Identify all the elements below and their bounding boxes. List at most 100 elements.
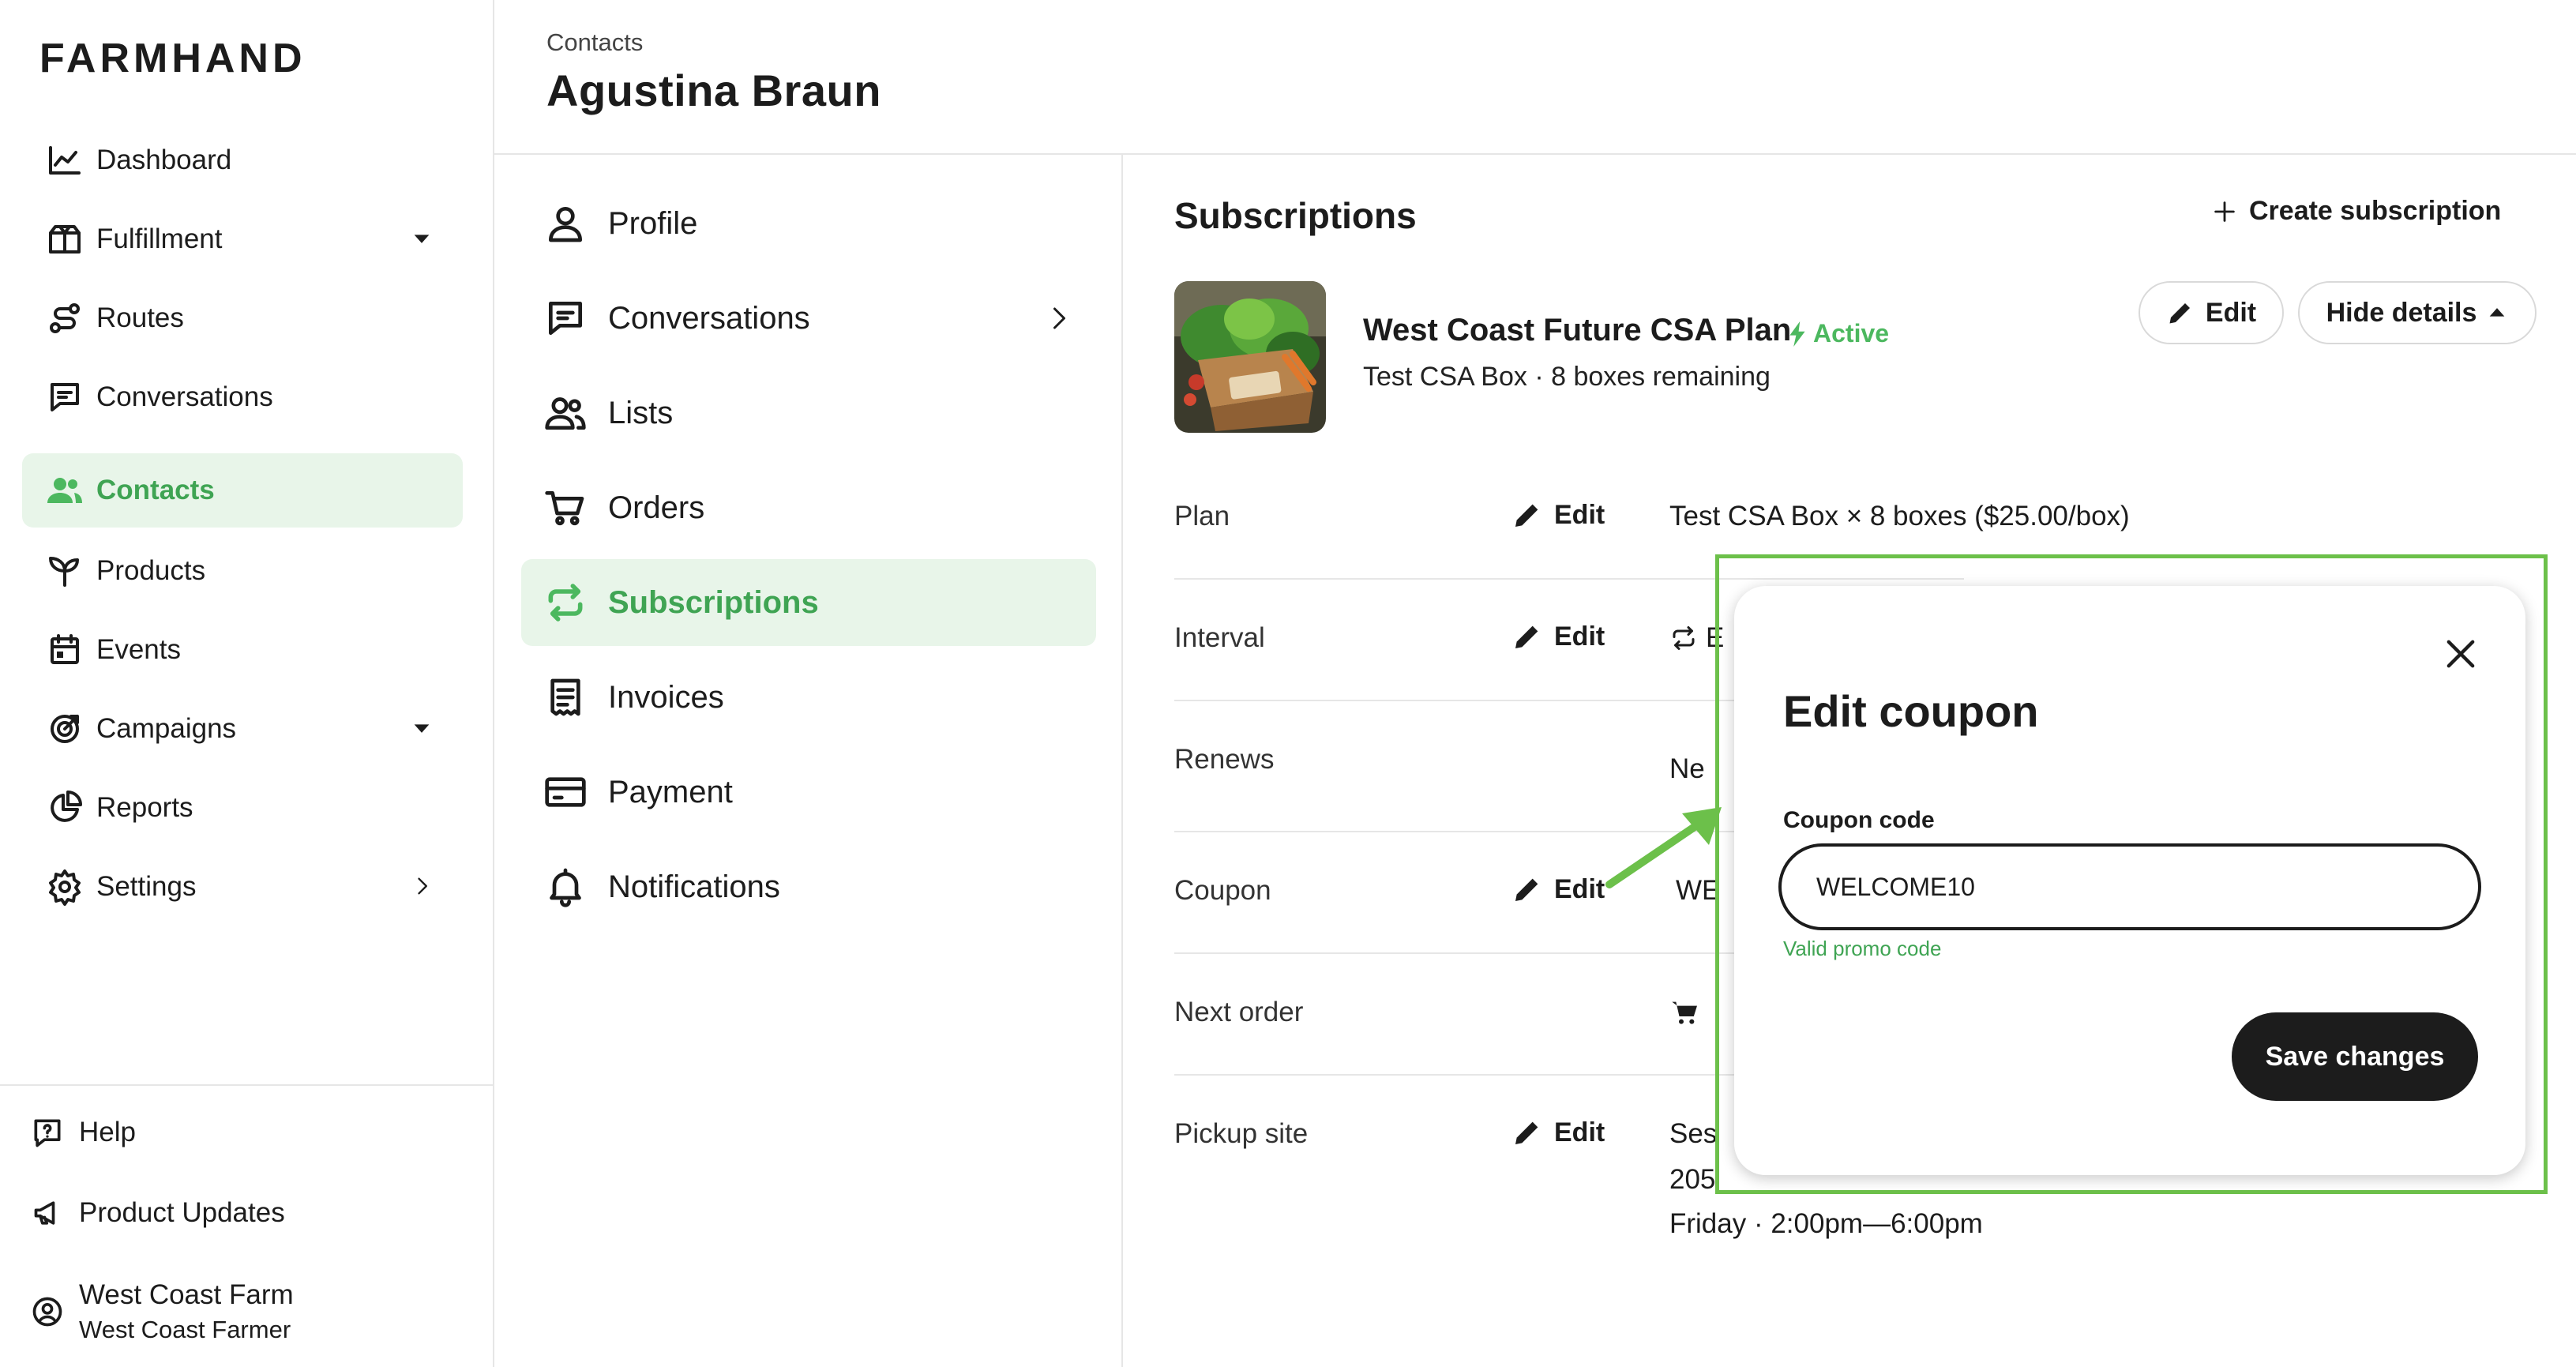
pencil-icon (1515, 625, 1538, 648)
product-updates-label: Product Updates (79, 1197, 285, 1228)
edit-coupon-button[interactable]: Edit (1511, 873, 1605, 905)
calendar-icon (51, 634, 79, 664)
subnav-item-profile[interactable]: Profile (521, 180, 1096, 267)
sidebar-item-contacts[interactable]: Contacts (22, 453, 463, 528)
sidebar-item-routes[interactable]: Routes (22, 281, 463, 355)
subnav-item-label: Lists (608, 395, 674, 430)
subnav-item-conversations[interactable]: Conversations (521, 275, 1096, 362)
chart-line-icon (49, 146, 81, 175)
sidebar-item-dashboard[interactable]: Dashboard (22, 123, 463, 197)
pie-chart-icon (51, 791, 82, 822)
repeat-icon (548, 584, 583, 622)
save-changes-label: Save changes (2265, 1041, 2445, 1072)
account-role: West Coast Farmer (79, 1316, 291, 1343)
sidebar-item-campaigns[interactable]: Campaigns (22, 692, 463, 766)
coupon-code-label: Coupon code (1783, 807, 1935, 833)
sidebar-item-label: Settings (96, 871, 197, 902)
chevron-right-icon (1053, 307, 1065, 329)
pencil-icon (1515, 1121, 1538, 1144)
subnav-item-orders[interactable]: Orders (521, 464, 1096, 551)
row-value-plan: Test CSA Box × 8 boxes ($25.00/box) (1669, 501, 2130, 531)
edit-label: Edit (1554, 499, 1605, 530)
cart-icon (545, 491, 584, 526)
sidebar-divider (0, 1084, 494, 1086)
sidebar-item-reports[interactable]: Reports (22, 771, 463, 845)
subnav-item-label: Conversations (608, 300, 810, 336)
sidebar-item-products[interactable]: Products (22, 534, 463, 608)
bell-icon (550, 868, 581, 907)
edit-plan-button[interactable]: Edit (2139, 281, 2284, 344)
sprout-icon (49, 557, 79, 587)
section-title: Subscriptions (1174, 195, 1417, 236)
caret-down-icon[interactable] (411, 227, 433, 250)
subnav-item-label: Orders (608, 490, 705, 525)
subnav-item-payment[interactable]: Payment (521, 749, 1096, 836)
plan-name: West Coast Future CSA Plan (1363, 313, 1792, 347)
plan-summary: Test CSA Box · 8 boxes remaining (1363, 362, 1771, 392)
row-value-pickup-site-line1: Ses (1669, 1118, 1718, 1149)
create-subscription-label: Create subscription (2249, 196, 2502, 226)
status-label: Active (1813, 319, 1890, 347)
modal-title: Edit coupon (1783, 686, 2039, 736)
subnav-item-lists[interactable]: Lists (521, 370, 1096, 456)
user-icon (549, 207, 582, 242)
users-icon (545, 397, 586, 430)
sidebar-item-events[interactable]: Events (22, 613, 463, 687)
sidebar-item-label: Dashboard (96, 145, 232, 175)
product-updates-link[interactable]: Product Updates (30, 1196, 285, 1230)
sidebar-item-settings[interactable]: Settings (22, 850, 463, 924)
credit-card-icon (545, 777, 586, 807)
create-subscription-button[interactable]: Create subscription (2211, 196, 2501, 227)
chevron-right-icon[interactable] (411, 875, 433, 897)
coupon-code-input[interactable] (1778, 843, 2481, 930)
repeat-icon (1673, 626, 1695, 650)
pencil-icon (2169, 303, 2190, 324)
breadcrumb[interactable]: Contacts (546, 28, 643, 57)
sidebar-item-fulfillment[interactable]: Fulfillment (22, 202, 463, 276)
help-link[interactable]: Help (30, 1115, 136, 1150)
row-label-pickup-site: Pickup site (1174, 1118, 1309, 1149)
sidebar-item-label: Campaigns (96, 713, 237, 744)
caret-down-icon[interactable] (411, 717, 433, 739)
subnav-item-notifications[interactable]: Notifications (521, 843, 1096, 930)
edit-pickup-site-button[interactable]: Edit (1511, 1117, 1605, 1148)
receipt-icon (550, 678, 580, 716)
hide-details-button[interactable]: Hide details (2298, 281, 2537, 344)
edit-interval-button[interactable]: Edit (1511, 621, 1605, 652)
plus-icon (2214, 201, 2235, 222)
account-switcher[interactable]: West Coast Farm West Coast Farmer (30, 1279, 294, 1344)
subnav-item-label: Notifications (608, 869, 780, 904)
edit-label: Edit (1554, 621, 1605, 652)
pencil-icon (1515, 504, 1538, 527)
help-label: Help (79, 1117, 136, 1147)
sidebar-item-conversations[interactable]: Conversations (22, 360, 463, 434)
row-label-plan: Plan (1174, 501, 1230, 531)
edit-plan-row-button[interactable]: Edit (1511, 499, 1605, 531)
annotation-arrow-icon (1605, 807, 1722, 888)
megaphone-icon (34, 1201, 55, 1225)
close-icon[interactable] (2440, 633, 2481, 674)
sidebar-item-label: Contacts (96, 475, 215, 505)
edit-label: Edit (1554, 873, 1605, 904)
pencil-icon (1515, 878, 1538, 901)
row-label-coupon: Coupon (1174, 875, 1271, 906)
route-icon (50, 303, 80, 333)
coupon-valid-message: Valid promo code (1783, 937, 1942, 960)
subnav-item-subscriptions[interactable]: Subscriptions (521, 559, 1096, 646)
edit-label: Edit (1554, 1117, 1605, 1147)
sidebar-item-label: Fulfillment (96, 223, 223, 254)
brand-logo[interactable]: FARMHAND (39, 35, 306, 82)
sidebar-item-label: Routes (96, 302, 184, 333)
hide-details-label: Hide details (2326, 297, 2477, 328)
plan-thumbnail (1174, 281, 1326, 433)
row-label-interval: Interval (1174, 622, 1265, 653)
box-icon (49, 225, 81, 253)
edit-label: Edit (2205, 297, 2257, 328)
row-value-next-order (1669, 997, 1701, 1028)
save-changes-button[interactable]: Save changes (2232, 1012, 2478, 1101)
row-label-renews: Renews (1174, 744, 1275, 775)
gear-icon (49, 869, 81, 906)
row-value-renews: Ne (1669, 753, 1705, 784)
produce-box-image (1174, 281, 1326, 433)
subnav-item-invoices[interactable]: Invoices (521, 654, 1096, 741)
